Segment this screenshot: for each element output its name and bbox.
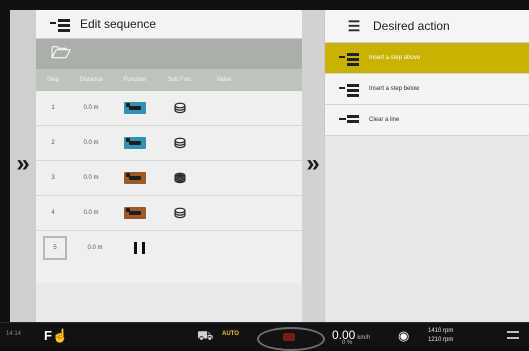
desired-action-list: Insert a step above Insert a step below … bbox=[325, 43, 529, 136]
rpm-secondary: 1210 rpm bbox=[428, 337, 454, 343]
column-sub-function: Sub Fun. bbox=[167, 77, 193, 83]
sub-function-icon[interactable]: ⛁ bbox=[158, 136, 202, 150]
function-block-icon[interactable] bbox=[112, 172, 158, 184]
expand-left-icon[interactable]: » bbox=[16, 152, 29, 176]
rpm-primary: 1410 rpm bbox=[428, 328, 454, 334]
left-expand-rail[interactable]: » bbox=[10, 10, 36, 322]
speed-unit: km/h bbox=[357, 335, 371, 341]
action-insert-above[interactable]: Insert a step above bbox=[325, 43, 529, 74]
desired-action-header: ☰ Desired action bbox=[325, 10, 529, 43]
sequence-row[interactable]: 2 0.0 m ⛁ bbox=[36, 126, 302, 161]
main-screen: » Edit sequence 🗁 Step Distance Function… bbox=[10, 10, 529, 322]
gauge-indicator bbox=[283, 333, 295, 341]
function-block-icon[interactable] bbox=[112, 207, 158, 219]
action-clear-line[interactable]: Clear a line bbox=[325, 105, 529, 136]
distance-value: 0.0 m bbox=[83, 105, 99, 111]
action-label: Insert a step above bbox=[369, 55, 421, 61]
empty-row-space bbox=[36, 265, 302, 283]
menu-icon[interactable] bbox=[507, 330, 519, 340]
action-label: Clear a line bbox=[369, 117, 400, 123]
clear-line-icon bbox=[339, 114, 359, 126]
sequence-column-headers: Step Distance Function Sub Fun. Value bbox=[36, 69, 302, 91]
distance-value: 0.0 m bbox=[83, 140, 99, 146]
edit-sequence-header: Edit sequence bbox=[36, 10, 302, 39]
sequence-row[interactable]: 4 0.0 m ⛁ bbox=[36, 196, 302, 231]
sub-function-icon[interactable]: ⛃ bbox=[158, 171, 202, 185]
expand-right-icon[interactable]: » bbox=[306, 152, 319, 176]
column-distance: Distance bbox=[79, 77, 103, 83]
desired-action-panel: ☰ Desired action Insert a step above Ins… bbox=[324, 10, 529, 322]
sub-function-icon[interactable]: ⛁ bbox=[158, 101, 202, 115]
desired-action-title: Desired action bbox=[373, 19, 450, 33]
distance-value: 0.0 m bbox=[83, 175, 99, 181]
distance-value: 0.0 m bbox=[83, 210, 99, 216]
auto-mode-icon[interactable]: ⛟ bbox=[197, 328, 213, 346]
open-folder-icon[interactable]: 🗁 bbox=[51, 46, 71, 62]
filter-icon: ☰ bbox=[347, 18, 361, 34]
edit-sequence-title: Edit sequence bbox=[80, 17, 157, 31]
step-number: 2 bbox=[51, 140, 55, 146]
slip-value: 0 % bbox=[342, 340, 353, 346]
sequence-row[interactable]: 3 0.0 m ⛃ bbox=[36, 161, 302, 196]
speed-readout: 0.00 km/h 0 % bbox=[332, 328, 371, 346]
sequence-row-selected[interactable]: 5 0.0 m bbox=[36, 231, 302, 265]
column-step: Step bbox=[46, 77, 60, 83]
differential-icon[interactable]: ◉ bbox=[398, 328, 409, 344]
step-number: 1 bbox=[51, 105, 55, 111]
sub-function-icon[interactable]: ⛁ bbox=[158, 206, 202, 220]
selected-step-box[interactable]: 5 bbox=[43, 236, 67, 260]
step-number: 5 bbox=[53, 245, 57, 251]
pause-icon[interactable] bbox=[116, 242, 162, 254]
action-insert-below[interactable]: Insert a step below bbox=[325, 74, 529, 105]
column-value: Value bbox=[216, 77, 232, 83]
sequence-tools-row: 🗁 bbox=[36, 39, 302, 69]
implement-icon[interactable]: F☝ bbox=[44, 328, 68, 344]
edit-sequence-panel: Edit sequence 🗁 Step Distance Function S… bbox=[36, 10, 302, 322]
speed-gauge bbox=[255, 325, 325, 351]
step-number: 3 bbox=[51, 175, 55, 181]
status-bar: 14:14 F☝ ⛟ AUTO 0.00 km/h 0 % ◉ 1410 rpm … bbox=[0, 322, 529, 351]
function-block-icon[interactable] bbox=[112, 137, 158, 149]
insert-step-icon bbox=[339, 83, 359, 97]
insert-step-icon bbox=[339, 52, 359, 66]
distance-value: 0.0 m bbox=[87, 245, 103, 251]
display-frame: » Edit sequence 🗁 Step Distance Function… bbox=[0, 0, 529, 351]
sequence-rows: 1 0.0 m ⛁ 2 0.0 m ⛁ 3 0.0 m ⛃ 4 0.0 m ⛁ … bbox=[36, 91, 302, 265]
edit-sequence-icon bbox=[50, 18, 70, 32]
action-label: Insert a step below bbox=[369, 86, 420, 92]
sequence-row[interactable]: 1 0.0 m ⛁ bbox=[36, 91, 302, 126]
column-function: Function bbox=[123, 77, 147, 83]
auto-label: AUTO bbox=[222, 331, 239, 337]
step-number: 4 bbox=[51, 210, 55, 216]
middle-expand-rail[interactable]: » bbox=[302, 10, 324, 322]
function-block-icon[interactable] bbox=[112, 102, 158, 114]
clock: 14:14 bbox=[6, 331, 22, 337]
